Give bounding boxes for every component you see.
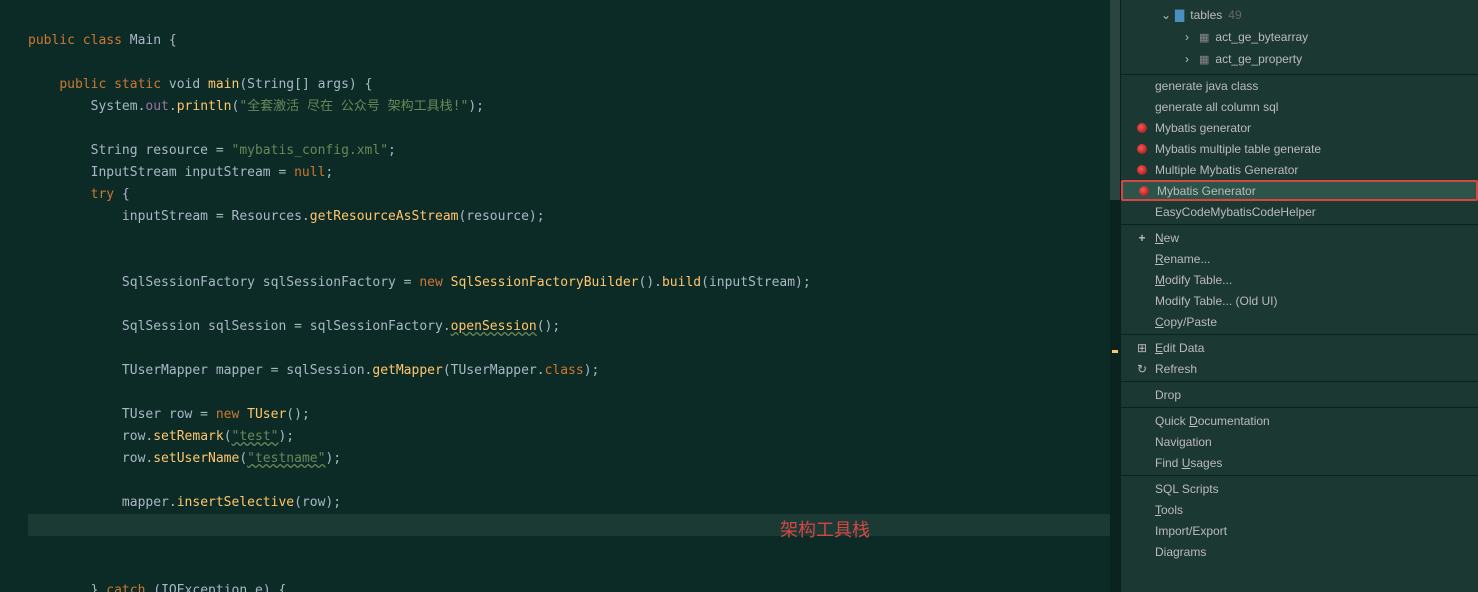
- grid-icon: [1133, 341, 1151, 355]
- refresh-icon: [1133, 362, 1151, 376]
- chevron-right-icon: ›: [1185, 52, 1195, 66]
- menu-edit-data[interactable]: Edit Data: [1121, 337, 1478, 358]
- table-label: act_ge_property: [1215, 52, 1302, 66]
- table-label: act_ge_bytearray: [1215, 30, 1308, 44]
- side-panel: ⌄ ▇ tables 49 › ▦ act_ge_bytearray › ▦ a…: [1120, 0, 1478, 592]
- menu-rename[interactable]: Rename...: [1121, 248, 1478, 269]
- menu-multiple-mybatis-generator[interactable]: Multiple Mybatis Generator: [1121, 159, 1478, 180]
- menu-separator: [1121, 407, 1478, 408]
- scrollbar-thumb[interactable]: [1110, 0, 1120, 200]
- menu-tools[interactable]: Tools: [1121, 499, 1478, 520]
- scroll-marker: [1112, 350, 1118, 353]
- menu-new[interactable]: + New: [1121, 227, 1478, 248]
- menu-copy-paste[interactable]: Copy/Paste: [1121, 311, 1478, 332]
- plus-icon: +: [1133, 231, 1151, 245]
- table-icon: ▦: [1199, 53, 1209, 66]
- watermark-text: 架构工具栈: [780, 516, 870, 542]
- menu-navigation[interactable]: Navigation: [1121, 431, 1478, 452]
- menu-separator: [1121, 334, 1478, 335]
- menu-generate-all-column-sql[interactable]: generate all column sql: [1121, 96, 1478, 117]
- tree-table-item[interactable]: › ▦ act_ge_property: [1121, 48, 1478, 70]
- code-editor[interactable]: public class Main { public static void m…: [0, 0, 1120, 592]
- menu-mybatis-generator-highlighted[interactable]: Mybatis Generator: [1121, 180, 1478, 201]
- menu-sql-scripts[interactable]: SQL Scripts: [1121, 478, 1478, 499]
- folder-count: 49: [1228, 8, 1241, 22]
- menu-find-usages[interactable]: Find Usages: [1121, 452, 1478, 473]
- mybatis-icon: [1133, 144, 1151, 154]
- chevron-down-icon: ⌄: [1161, 8, 1171, 22]
- folder-label: tables: [1190, 8, 1222, 22]
- code-area[interactable]: public class Main { public static void m…: [0, 8, 1120, 592]
- context-menu[interactable]: generate java class generate all column …: [1121, 75, 1478, 592]
- vertical-scrollbar[interactable]: [1110, 0, 1120, 592]
- menu-separator: [1121, 224, 1478, 225]
- folder-icon: ▇: [1175, 8, 1184, 22]
- menu-modify-table[interactable]: Modify Table...: [1121, 269, 1478, 290]
- tree-folder-tables[interactable]: ⌄ ▇ tables 49: [1121, 4, 1478, 26]
- tree-table-item[interactable]: › ▦ act_ge_bytearray: [1121, 26, 1478, 48]
- table-icon: ▦: [1199, 31, 1209, 44]
- menu-quick-documentation[interactable]: Quick Documentation: [1121, 410, 1478, 431]
- mybatis-icon: [1133, 165, 1151, 175]
- chevron-right-icon: ›: [1185, 30, 1195, 44]
- menu-mybatis-generator-1[interactable]: Mybatis generator: [1121, 117, 1478, 138]
- gutter: [0, 0, 18, 592]
- menu-diagrams[interactable]: Diagrams: [1121, 541, 1478, 562]
- database-tree[interactable]: ⌄ ▇ tables 49 › ▦ act_ge_bytearray › ▦ a…: [1121, 0, 1478, 75]
- menu-mybatis-multiple-table[interactable]: Mybatis multiple table generate: [1121, 138, 1478, 159]
- mybatis-icon: [1135, 186, 1153, 196]
- menu-separator: [1121, 381, 1478, 382]
- menu-drop[interactable]: Drop: [1121, 384, 1478, 405]
- menu-refresh[interactable]: Refresh: [1121, 358, 1478, 379]
- menu-import-export[interactable]: Import/Export: [1121, 520, 1478, 541]
- mybatis-icon: [1133, 123, 1151, 133]
- menu-modify-table-old[interactable]: Modify Table... (Old UI): [1121, 290, 1478, 311]
- menu-separator: [1121, 475, 1478, 476]
- menu-generate-java-class[interactable]: generate java class: [1121, 75, 1478, 96]
- menu-easycode-helper[interactable]: EasyCodeMybatisCodeHelper: [1121, 201, 1478, 222]
